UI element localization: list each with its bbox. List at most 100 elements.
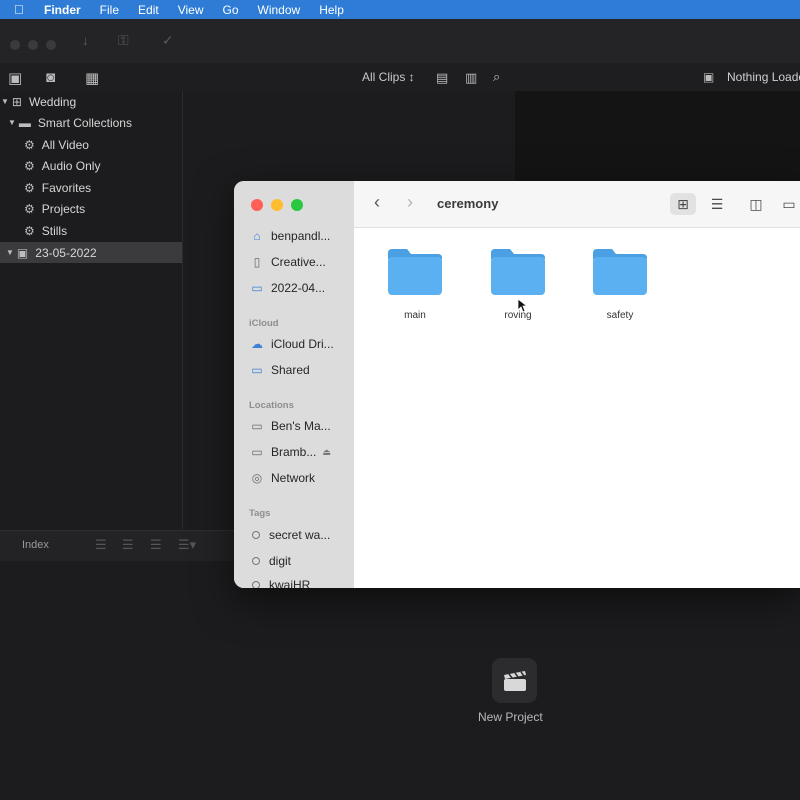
disclosure-triangle-icon[interactable]: ▼ bbox=[8, 118, 16, 127]
sidebar-item-shared[interactable]: ▭ Shared bbox=[249, 363, 353, 377]
back-button[interactable]: ‹ bbox=[374, 192, 380, 213]
append-clip-icon[interactable]: ☰ bbox=[150, 537, 162, 553]
tag-circle-icon bbox=[252, 557, 260, 565]
folder-label: safety bbox=[606, 310, 634, 321]
window-close-button[interactable] bbox=[10, 40, 20, 50]
window-minimize-button[interactable] bbox=[28, 40, 38, 50]
library-item[interactable]: ⚙ Stills bbox=[24, 220, 67, 241]
tag-circle-icon bbox=[252, 581, 260, 588]
gear-icon: ⚙ bbox=[24, 137, 35, 152]
photos-audio-icon[interactable]: ◙ bbox=[46, 69, 55, 86]
cloud-icon: ☁ bbox=[251, 337, 263, 351]
sidebar-tag[interactable]: digit bbox=[249, 554, 353, 568]
folder-icon bbox=[388, 249, 442, 295]
import-icon[interactable]: ↓ bbox=[82, 32, 89, 48]
finder-sidebar: ⌂ benpandl... ▯ Creative... ▭ 2022-04...… bbox=[234, 181, 354, 588]
library-item-label: 23-05-2022 bbox=[35, 245, 97, 260]
folder-item[interactable]: safety bbox=[590, 247, 650, 321]
menu-finder[interactable]: Finder bbox=[44, 3, 81, 17]
gallery-view-button[interactable]: ▭ bbox=[776, 193, 800, 215]
finder-minimize-button[interactable] bbox=[271, 199, 283, 211]
sidebar-section-tags: Tags bbox=[249, 508, 271, 519]
library-sidebar: ▼ ⊞ Wedding ▼ ▬ Smart Collections ⚙ All … bbox=[0, 91, 183, 529]
overwrite-clip-icon[interactable]: ☰▾ bbox=[178, 537, 196, 553]
connect-clip-icon[interactable]: ☰ bbox=[95, 537, 107, 553]
column-view-button[interactable]: ◫ bbox=[743, 193, 769, 215]
viewer-status: Nothing Loaded bbox=[727, 70, 800, 84]
library-item-label: Stills bbox=[41, 223, 68, 238]
finder-title: ceremony bbox=[437, 196, 499, 211]
sidebar-item-label: 2022-04... bbox=[271, 281, 326, 295]
menu-help[interactable]: Help bbox=[319, 3, 344, 17]
gear-icon: ⚙ bbox=[24, 158, 35, 173]
finder-content[interactable] bbox=[354, 181, 800, 588]
sidebar-item-creative[interactable]: ▯ Creative... bbox=[249, 255, 353, 269]
menu-file[interactable]: File bbox=[100, 3, 119, 17]
checkmark-circle-icon[interactable]: ✓ bbox=[162, 32, 174, 49]
sidebar-item-label: iCloud Dri... bbox=[271, 337, 334, 351]
sidebar-item-network[interactable]: ◎ Network bbox=[249, 471, 353, 485]
forward-button[interactable]: › bbox=[407, 192, 413, 213]
library-item[interactable]: ▼ ⊞ Wedding bbox=[1, 91, 76, 112]
new-project-button[interactable] bbox=[492, 658, 537, 703]
sidebar-item-label: Bramb... bbox=[271, 445, 317, 459]
disclosure-triangle-icon[interactable]: ▼ bbox=[1, 97, 9, 106]
finder-close-button[interactable] bbox=[251, 199, 263, 211]
key-icon[interactable]: ⚿ bbox=[118, 32, 129, 49]
viewer-close-icon[interactable]: ▣ bbox=[703, 70, 714, 84]
folder-icon: ▬ bbox=[18, 115, 31, 130]
clapperboard-icon bbox=[503, 670, 526, 691]
sidebar-item-label: benpandl... bbox=[271, 229, 331, 243]
sidebar-item-icloud-drive[interactable]: ☁ iCloud Dri... bbox=[249, 337, 353, 351]
library-item-label: Smart Collections bbox=[37, 115, 132, 130]
insert-clip-icon[interactable]: ☰ bbox=[122, 537, 134, 553]
sidebar-tag[interactable]: kwaiHR bbox=[249, 578, 353, 588]
sidebar-item-disk[interactable]: ▭ Bramb... ⏏ bbox=[249, 445, 353, 459]
folder-icon bbox=[593, 249, 647, 295]
apple-logo-icon[interactable]:  bbox=[14, 2, 28, 17]
filmstrip-icon[interactable]: ▥ bbox=[465, 70, 477, 86]
index-button[interactable]: Index bbox=[22, 539, 49, 551]
titles-generators-icon[interactable]: ▦ bbox=[85, 69, 99, 87]
menu-view[interactable]: View bbox=[178, 3, 204, 17]
folder-item[interactable]: main bbox=[385, 247, 445, 321]
folder-label: main bbox=[404, 310, 426, 321]
sidebar-item-label: Shared bbox=[271, 363, 310, 377]
library-item[interactable]: ⚙ Projects bbox=[24, 198, 85, 219]
list-view-button[interactable]: ☰ bbox=[704, 193, 730, 215]
finder-zoom-button[interactable] bbox=[291, 199, 303, 211]
sidebar-tag[interactable]: secret wa... bbox=[249, 528, 353, 542]
sidebar-item-label: secret wa... bbox=[269, 528, 331, 542]
disk-icon: ▭ bbox=[251, 445, 263, 459]
sidebar-item-label: Ben's Ma... bbox=[271, 419, 331, 433]
clip-filter-dropdown[interactable]: All Clips ↕ bbox=[362, 70, 415, 84]
finder-window: ⌂ benpandl... ▯ Creative... ▭ 2022-04...… bbox=[234, 181, 800, 588]
sidebar-section-icloud: iCloud bbox=[249, 318, 279, 329]
event-icon: ▣ bbox=[16, 245, 29, 260]
library-item[interactable]: ⚙ Audio Only bbox=[24, 155, 100, 176]
folder-icon: ▭ bbox=[251, 281, 263, 295]
gear-icon: ⚙ bbox=[24, 180, 35, 195]
window-zoom-button[interactable] bbox=[46, 40, 56, 50]
icon-view-button[interactable]: ⊞ bbox=[670, 193, 696, 215]
eject-icon[interactable]: ⏏ bbox=[322, 447, 331, 458]
search-icon[interactable]: ⌕ bbox=[493, 69, 500, 85]
list-icon: ☰ bbox=[710, 195, 724, 212]
sidebar-item-folder[interactable]: ▭ 2022-04... bbox=[249, 281, 353, 295]
shared-folder-icon: ▭ bbox=[251, 363, 263, 377]
library-item[interactable]: ⚙ All Video bbox=[24, 134, 89, 155]
disclosure-triangle-icon[interactable]: ▼ bbox=[6, 248, 14, 257]
gallery-icon: ▭ bbox=[782, 195, 796, 212]
library-item[interactable]: ▼ ▬ Smart Collections bbox=[8, 112, 132, 133]
library-item-selected[interactable]: ▼ ▣ 23-05-2022 bbox=[0, 242, 182, 263]
libraries-icon[interactable]: ▣ bbox=[8, 69, 22, 87]
library-item-label: Wedding bbox=[28, 94, 77, 109]
library-item-label: Favorites bbox=[41, 180, 92, 195]
menu-go[interactable]: Go bbox=[223, 3, 239, 17]
library-item[interactable]: ⚙ Favorites bbox=[24, 177, 91, 198]
sidebar-item-mac[interactable]: ▭ Ben's Ma... bbox=[249, 419, 353, 433]
menu-edit[interactable]: Edit bbox=[138, 3, 159, 17]
clip-appearance-icon[interactable]: ▤ bbox=[436, 70, 448, 86]
menu-window[interactable]: Window bbox=[258, 3, 301, 17]
sidebar-item-home[interactable]: ⌂ benpandl... bbox=[249, 229, 353, 243]
